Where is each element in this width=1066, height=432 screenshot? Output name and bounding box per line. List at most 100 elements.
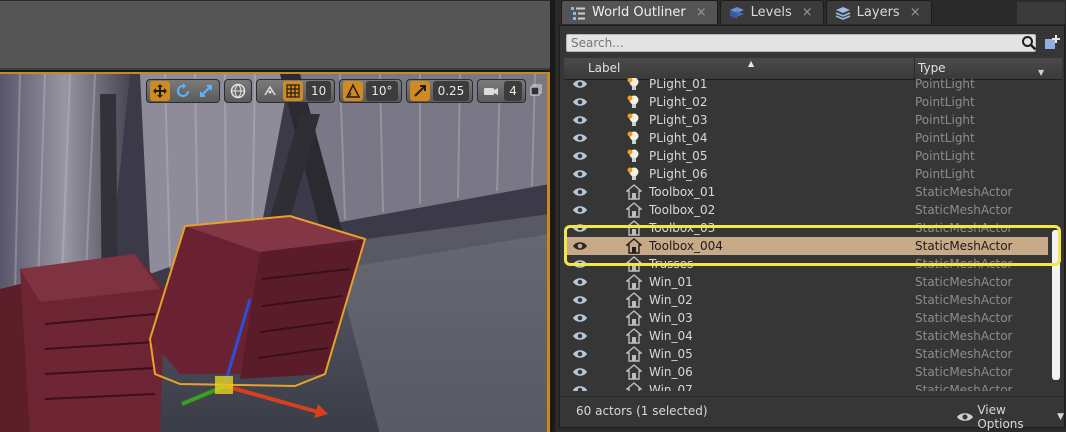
visibility-eye-icon[interactable] xyxy=(572,384,588,391)
visibility-eye-icon[interactable] xyxy=(572,330,588,342)
actor-label: PLight_01 xyxy=(649,78,708,91)
actor-label: Win_07 xyxy=(649,383,693,391)
scale-icon xyxy=(200,85,212,97)
visibility-eye-icon[interactable] xyxy=(572,186,588,198)
rotation-snap-button[interactable] xyxy=(343,81,364,101)
search-icon[interactable] xyxy=(1021,35,1037,51)
table-row[interactable]: PLight_01 PointLight xyxy=(564,78,1048,93)
actor-type: StaticMeshActor xyxy=(915,383,1013,391)
close-tab-icon[interactable]: × xyxy=(910,5,921,20)
grid-snap-button[interactable] xyxy=(283,81,303,101)
scale-mode-button[interactable] xyxy=(196,81,216,101)
scale-snap-button[interactable] xyxy=(409,81,430,101)
actor-label: PLight_04 xyxy=(649,131,708,145)
view-options-button[interactable]: View Options ▼ xyxy=(956,403,1064,431)
static-mesh-icon xyxy=(626,274,642,290)
levels-icon xyxy=(729,6,744,19)
level-viewport[interactable]: 10 10° 0.25 4 xyxy=(0,72,550,432)
rotate-mode-button[interactable] xyxy=(173,81,193,101)
tab-world-outliner[interactable]: World Outliner × xyxy=(561,0,718,24)
add-actor-icon[interactable] xyxy=(1043,34,1061,52)
column-divider[interactable] xyxy=(914,58,915,80)
tab-world-outliner-label: World Outliner xyxy=(592,5,686,20)
move-icon xyxy=(153,84,167,98)
actor-type: PointLight xyxy=(915,131,975,145)
table-row[interactable]: Win_01 StaticMeshActor xyxy=(564,273,1048,291)
tab-levels[interactable]: Levels × xyxy=(719,0,824,24)
viewport-toolbar: 10 10° 0.25 4 xyxy=(146,78,526,104)
layers-icon xyxy=(835,6,850,20)
table-row[interactable]: Win_03 StaticMeshActor xyxy=(564,309,1048,327)
actor-label: PLight_02 xyxy=(649,95,708,109)
visibility-eye-icon[interactable] xyxy=(572,168,588,180)
angle-icon xyxy=(346,83,361,98)
point-light-icon xyxy=(627,131,639,144)
grid-snap-value[interactable]: 10 xyxy=(306,81,332,101)
table-row[interactable]: PLight_05 PointLight xyxy=(564,147,1048,165)
camera-speed-button[interactable] xyxy=(481,81,501,101)
actor-type: StaticMeshActor xyxy=(915,203,1013,217)
chevron-down-icon: ▼ xyxy=(1057,412,1064,422)
table-row[interactable]: PLight_06 PointLight xyxy=(564,165,1048,183)
actor-type: StaticMeshActor xyxy=(915,185,1013,199)
world-space-button[interactable] xyxy=(228,81,248,101)
actor-type: StaticMeshActor xyxy=(915,365,1013,379)
scale-snap-group: 0.25 xyxy=(405,79,474,103)
table-row[interactable]: Win_05 StaticMeshActor xyxy=(564,345,1048,363)
actor-label: Win_03 xyxy=(649,311,693,325)
static-mesh-icon xyxy=(626,382,642,391)
translate-mode-button[interactable] xyxy=(150,81,170,101)
panel-tabs: World Outliner × Levels × Layers × xyxy=(561,0,932,24)
camera-speed-value[interactable]: 4 xyxy=(504,81,522,101)
point-light-icon xyxy=(627,113,639,126)
close-tab-icon[interactable]: × xyxy=(696,5,707,20)
table-row[interactable]: PLight_03 PointLight xyxy=(564,111,1048,129)
tab-strip-filler xyxy=(1017,2,1065,24)
eye-icon xyxy=(957,413,973,421)
transform-mode-group xyxy=(146,79,220,103)
visibility-eye-icon[interactable] xyxy=(572,294,588,306)
actor-label: Toolbox_01 xyxy=(649,185,716,199)
actor-label: PLight_03 xyxy=(649,113,708,127)
actor-label: Toolbox_02 xyxy=(649,203,716,217)
table-row[interactable]: Win_07 StaticMeshActor xyxy=(564,381,1048,391)
maximize-viewport-icon[interactable] xyxy=(530,84,542,96)
point-light-icon xyxy=(627,149,639,162)
visibility-eye-icon[interactable] xyxy=(572,366,588,378)
grid-icon xyxy=(286,84,300,98)
static-mesh-icon xyxy=(626,310,642,326)
table-row[interactable]: PLight_02 PointLight xyxy=(564,93,1048,111)
visibility-eye-icon[interactable] xyxy=(572,96,588,108)
visibility-eye-icon[interactable] xyxy=(572,150,588,162)
editor-top-area xyxy=(0,0,550,70)
visibility-eye-icon[interactable] xyxy=(572,276,588,288)
world-outliner-panel: World Outliner × Levels × Layers × Label… xyxy=(552,0,1066,432)
visibility-eye-icon[interactable] xyxy=(572,78,588,90)
close-tab-icon[interactable]: × xyxy=(802,5,813,20)
actor-type: StaticMeshActor xyxy=(915,311,1013,325)
table-row[interactable]: Toolbox_01 StaticMeshActor xyxy=(564,183,1048,201)
visibility-eye-icon[interactable] xyxy=(572,114,588,126)
rotation-snap-value[interactable]: 10° xyxy=(366,81,398,101)
table-row[interactable]: Win_02 StaticMeshActor xyxy=(564,291,1048,309)
visibility-eye-icon[interactable] xyxy=(572,348,588,360)
column-type-header[interactable]: Type xyxy=(918,61,946,75)
table-row[interactable]: Win_04 StaticMeshActor xyxy=(564,327,1048,345)
visibility-eye-icon[interactable] xyxy=(572,312,588,324)
table-row[interactable]: Toolbox_02 StaticMeshActor xyxy=(564,201,1048,219)
tab-layers[interactable]: Layers × xyxy=(825,0,932,24)
visibility-eye-icon[interactable] xyxy=(572,132,588,144)
surface-snap-icon xyxy=(264,85,276,96)
search-input[interactable] xyxy=(566,34,1036,52)
column-dropdown-icon[interactable]: ▼ xyxy=(1038,68,1044,77)
static-mesh-icon xyxy=(626,364,642,380)
column-label-header[interactable]: Label xyxy=(588,61,620,75)
actor-label: Win_01 xyxy=(649,275,693,289)
scale-snap-value[interactable]: 0.25 xyxy=(432,81,470,101)
visibility-eye-icon[interactable] xyxy=(572,204,588,216)
table-row[interactable]: PLight_04 PointLight xyxy=(564,129,1048,147)
actor-type: StaticMeshActor xyxy=(915,293,1013,307)
coordinate-system-group xyxy=(224,79,252,103)
table-row[interactable]: Win_06 StaticMeshActor xyxy=(564,363,1048,381)
surface-snap-button[interactable] xyxy=(260,81,280,101)
